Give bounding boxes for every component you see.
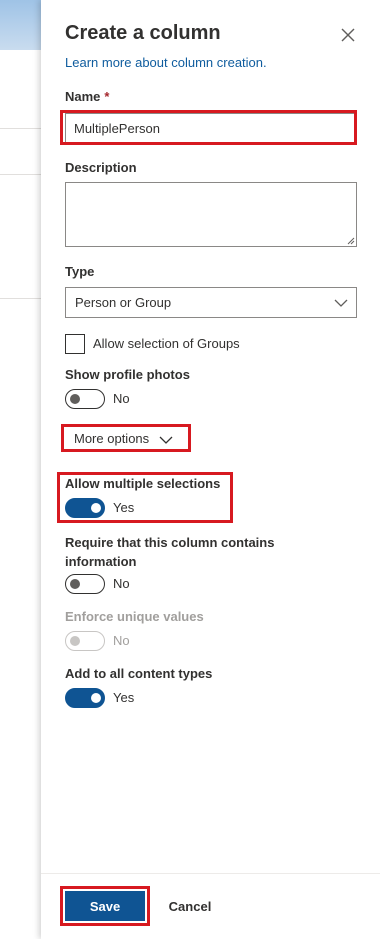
allow-multiple-selections-label: Allow multiple selections: [65, 476, 221, 491]
background-header-image: [0, 0, 41, 50]
show-profile-photos-label: Show profile photos: [65, 367, 190, 382]
more-options-button[interactable]: More options: [74, 431, 173, 446]
allow-multiple-selections-state: Yes: [113, 500, 135, 515]
show-profile-photos-state: No: [113, 391, 130, 406]
require-info-label: Require that this column contains inform…: [65, 535, 275, 569]
description-input[interactable]: [65, 182, 357, 247]
allow-multiple-selections-toggle[interactable]: [65, 498, 105, 518]
enforce-unique-state: No: [113, 633, 130, 648]
require-info-state: No: [113, 576, 130, 591]
allow-groups-checkbox[interactable]: [65, 334, 85, 354]
add-to-content-types-toggle[interactable]: [65, 688, 105, 708]
background-divider: [0, 174, 41, 175]
footer-divider: [41, 873, 380, 874]
background-divider: [0, 298, 41, 299]
toggle-knob: [91, 503, 101, 513]
chevron-down-icon: [159, 436, 173, 444]
background-page: [0, 0, 41, 939]
save-button[interactable]: Save: [65, 891, 145, 921]
chevron-down-icon: [334, 299, 348, 307]
close-icon: [341, 28, 355, 42]
enforce-unique-label: Enforce unique values: [65, 609, 204, 624]
more-options-label: More options: [74, 431, 150, 446]
type-dropdown-value: Person or Group: [75, 295, 172, 310]
add-to-content-types-state: Yes: [113, 690, 135, 705]
toggle-knob: [70, 394, 80, 404]
name-input[interactable]: [65, 113, 355, 143]
close-button[interactable]: [339, 26, 357, 44]
type-dropdown[interactable]: Person or Group: [65, 287, 357, 318]
require-info-toggle[interactable]: [65, 574, 105, 594]
description-label: Description: [65, 160, 137, 175]
name-label: Name *: [65, 89, 109, 104]
show-profile-photos-toggle[interactable]: [65, 389, 105, 409]
toggle-knob: [70, 579, 80, 589]
type-label: Type: [65, 264, 95, 279]
allow-groups-label: Allow selection of Groups: [93, 336, 240, 351]
learn-more-link[interactable]: Learn more about column creation.: [65, 55, 267, 70]
required-indicator: *: [104, 89, 110, 104]
name-label-text: Name: [65, 89, 101, 104]
toggle-knob: [70, 636, 80, 646]
toggle-knob: [91, 693, 101, 703]
create-column-panel: Create a column Learn more about column …: [41, 0, 380, 939]
panel-title: Create a column: [65, 22, 221, 44]
resize-grip-icon[interactable]: [347, 237, 355, 245]
add-to-content-types-label: Add to all content types: [65, 666, 213, 681]
background-divider: [0, 128, 41, 129]
app-root: Create a column Learn more about column …: [0, 0, 380, 939]
cancel-button[interactable]: Cancel: [155, 891, 225, 921]
enforce-unique-toggle: [65, 631, 105, 651]
